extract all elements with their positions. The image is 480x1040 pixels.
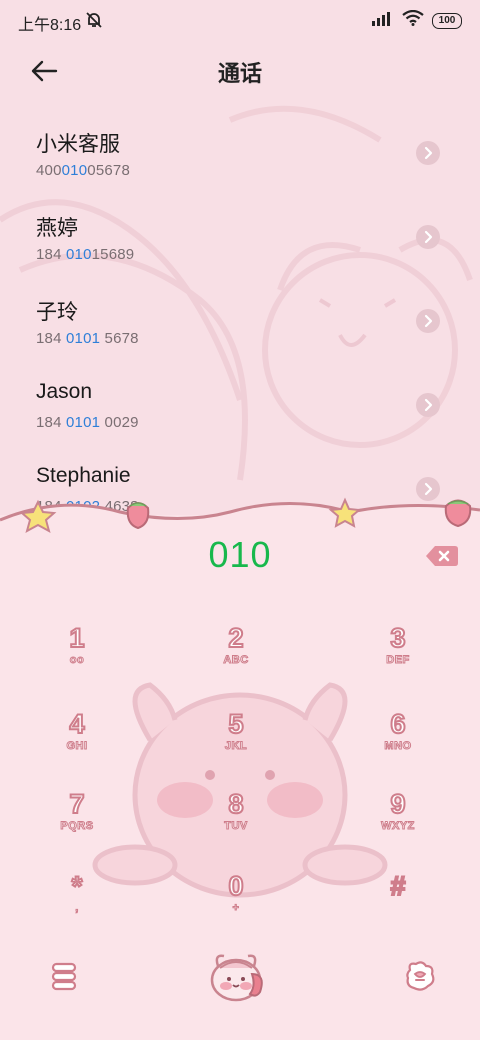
key-0[interactable]: 0 +: [176, 870, 296, 942]
key-digit: 9: [389, 788, 406, 820]
contact-detail-button[interactable]: [416, 309, 440, 333]
key-6[interactable]: 6 MNO: [338, 708, 458, 780]
number-prefix: 400: [36, 162, 62, 179]
number-suffix: 5678: [100, 330, 139, 347]
key-7[interactable]: 7 PQRS: [17, 788, 137, 860]
number-prefix: 184: [36, 414, 66, 431]
contact-number: 184 0101 0029: [36, 414, 139, 431]
menu-button[interactable]: [48, 960, 80, 992]
key-letters: ,: [75, 902, 79, 915]
key-letters: oo: [69, 654, 85, 667]
contact-name: Jason: [36, 380, 93, 403]
contact-detail-button[interactable]: [416, 225, 440, 249]
dialpad-toggle-button[interactable]: [402, 958, 438, 994]
page-title: 通话: [217, 61, 262, 86]
key-letters: DEF: [386, 654, 410, 667]
signal-icon: [372, 10, 394, 31]
key-letters: PQRS: [60, 820, 94, 833]
dialer-bottom-bar: [0, 940, 480, 1020]
key-digit: #: [389, 870, 406, 902]
key-1[interactable]: 1 oo: [17, 622, 137, 694]
key-letters: GHI: [66, 740, 88, 753]
number-suffix: 15689: [91, 246, 135, 263]
chevron-right-icon: [424, 146, 433, 160]
contact-number: 40001005678: [36, 162, 130, 179]
strawberry-icon: [444, 499, 472, 528]
dial-keypad: 1 oo 2 ABC 3 DEF 4 GHI 5 JKL 6 MNO 7 PQRS 8 TUV …: [0, 618, 480, 928]
key-digit: 1: [68, 622, 85, 654]
key-letters: ABC: [223, 654, 249, 667]
key-digit: 4: [68, 708, 85, 740]
contact-item[interactable]: Jason 184 0101 0029: [0, 362, 480, 446]
number-match: 010: [66, 246, 92, 263]
contact-detail-button[interactable]: [416, 393, 440, 417]
key-digit: 3: [389, 622, 406, 654]
key-9[interactable]: 9 WXYZ: [338, 788, 458, 860]
key-digit: 0: [227, 870, 244, 902]
contact-item[interactable]: 燕婷 184 01015689: [0, 194, 480, 278]
call-mascot-icon: [210, 954, 263, 1002]
menu-stack-icon: [51, 962, 77, 991]
contact-name: 燕婷: [36, 217, 78, 240]
key-8[interactable]: 8 TUV: [176, 788, 296, 860]
contact-number: 184 0101 5678: [36, 330, 139, 347]
number-suffix: 05678: [87, 162, 130, 179]
dialpad-toggle-icon: [406, 961, 435, 991]
contact-name: 子玲: [36, 301, 78, 324]
status-bar: 上午8:16 100: [0, 0, 480, 40]
contact-name: 小米客服: [36, 133, 120, 156]
key-digit: 5: [227, 708, 244, 740]
app-header: 通话: [0, 40, 480, 104]
contact-results-list[interactable]: 小米客服 40001005678 燕婷 184 01015689 子玲 184 …: [0, 110, 480, 515]
key-letters: MNO: [384, 740, 412, 753]
backspace-icon: [426, 546, 458, 566]
key-letters: +: [232, 902, 240, 915]
key-digit: 8: [227, 788, 244, 820]
key-letters: WXYZ: [381, 820, 415, 833]
key-3[interactable]: 3 DEF: [338, 622, 458, 694]
contact-item[interactable]: 小米客服 40001005678: [0, 110, 480, 194]
number-prefix: 184: [36, 246, 66, 263]
number-match: 010: [61, 162, 88, 179]
key-4[interactable]: 4 GHI: [17, 708, 137, 780]
number-match: 0101: [66, 414, 101, 431]
key-letters: JKL: [224, 740, 248, 753]
contact-name: Stephanie: [36, 464, 131, 487]
chevron-right-icon: [424, 398, 433, 412]
contact-number: 184 01015689: [36, 246, 134, 263]
status-time: 上午8:16: [18, 17, 82, 34]
number-prefix: 184: [36, 330, 66, 347]
dialed-number: 010: [208, 534, 272, 575]
key-2[interactable]: 2 ABC: [176, 622, 296, 694]
key-digit: 2: [227, 622, 244, 654]
contact-item[interactable]: 子玲 184 0101 5678: [0, 278, 480, 362]
key-star[interactable]: *,: [17, 870, 137, 942]
number-match: 0101: [66, 330, 101, 347]
chevron-right-icon: [424, 230, 433, 244]
key-digit: 7: [68, 788, 85, 820]
scalloped-divider: [0, 497, 480, 540]
call-button[interactable]: [208, 948, 268, 1004]
key-hash[interactable]: #: [338, 870, 458, 942]
delete-button[interactable]: [425, 544, 459, 568]
strawberry-icon: [126, 502, 150, 530]
contact-detail-button[interactable]: [416, 141, 440, 165]
wifi-icon: [402, 9, 424, 31]
chevron-right-icon: [424, 314, 433, 328]
number-suffix: 0029: [100, 414, 139, 431]
status-indicators: 100: [372, 9, 462, 31]
key-5[interactable]: 5 JKL: [176, 708, 296, 780]
battery-indicator: 100: [432, 12, 462, 29]
key-letters: TUV: [224, 820, 248, 833]
key-digit: *: [71, 870, 84, 902]
key-digit: 6: [389, 708, 406, 740]
bell-off-icon: [84, 10, 104, 35]
